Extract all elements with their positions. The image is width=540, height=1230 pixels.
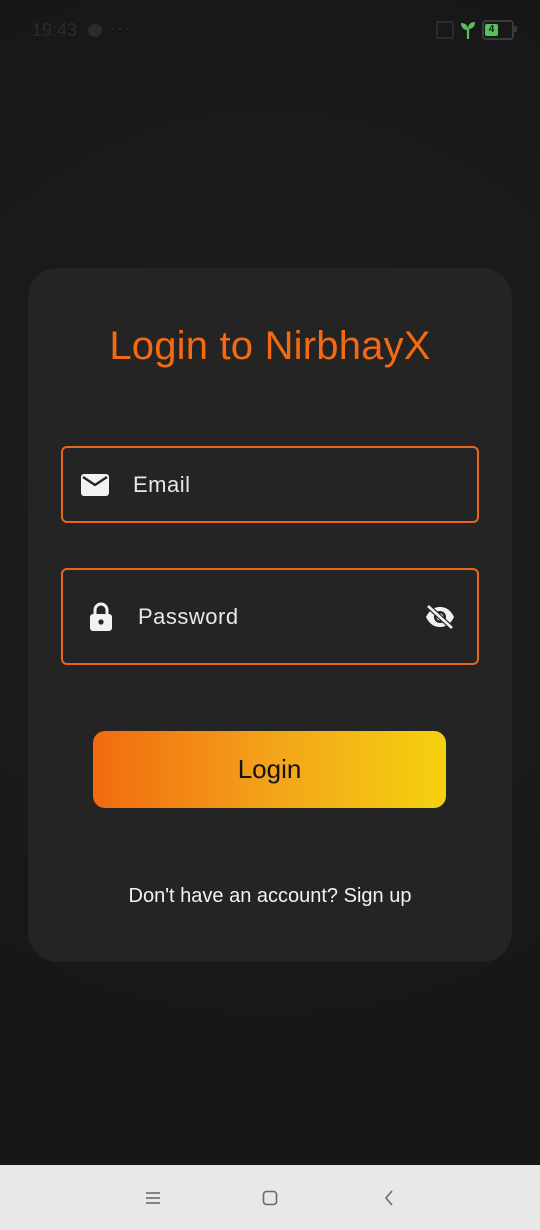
system-nav-bar <box>0 1165 540 1230</box>
more-dots-icon: ··· <box>110 18 131 38</box>
password-input[interactable] <box>138 570 408 663</box>
email-field[interactable] <box>61 446 479 523</box>
mail-icon <box>81 473 109 496</box>
status-right-group: 4 <box>436 20 517 40</box>
login-screen: 19:43 ··· 4 Login to NirbhayX Email Logi… <box>0 0 540 1230</box>
nfc-icon <box>436 21 454 39</box>
password-visibility-toggle[interactable] <box>423 600 457 634</box>
chat-bubble-icon <box>88 24 102 37</box>
status-bar: 19:43 ··· 4 <box>0 0 540 62</box>
eye-off-icon <box>426 603 454 630</box>
page-title: Login to NirbhayX <box>109 324 431 368</box>
login-button[interactable]: Login <box>93 731 446 808</box>
back-chevron-icon <box>384 1190 393 1206</box>
recent-apps-button[interactable] <box>140 1185 166 1211</box>
sprout-icon <box>461 22 475 39</box>
battery-icon: 4 <box>482 20 517 40</box>
email-input[interactable] <box>133 448 453 521</box>
signup-prompt[interactable]: Don't have an account? Sign up <box>129 885 412 907</box>
signup-link[interactable]: Don't have an account? Sign up <box>28 885 512 908</box>
status-time: 19:43 <box>32 20 78 40</box>
login-card: Login to NirbhayX Email Login Don't have… <box>28 268 512 962</box>
menu-icon <box>146 1192 160 1204</box>
back-button[interactable] <box>376 1185 402 1211</box>
home-square-icon <box>262 1190 278 1206</box>
battery-tip <box>514 26 517 32</box>
lock-icon <box>90 602 112 631</box>
home-button[interactable] <box>257 1185 283 1211</box>
password-field[interactable] <box>61 568 479 665</box>
battery-level: 4 <box>485 24 498 36</box>
